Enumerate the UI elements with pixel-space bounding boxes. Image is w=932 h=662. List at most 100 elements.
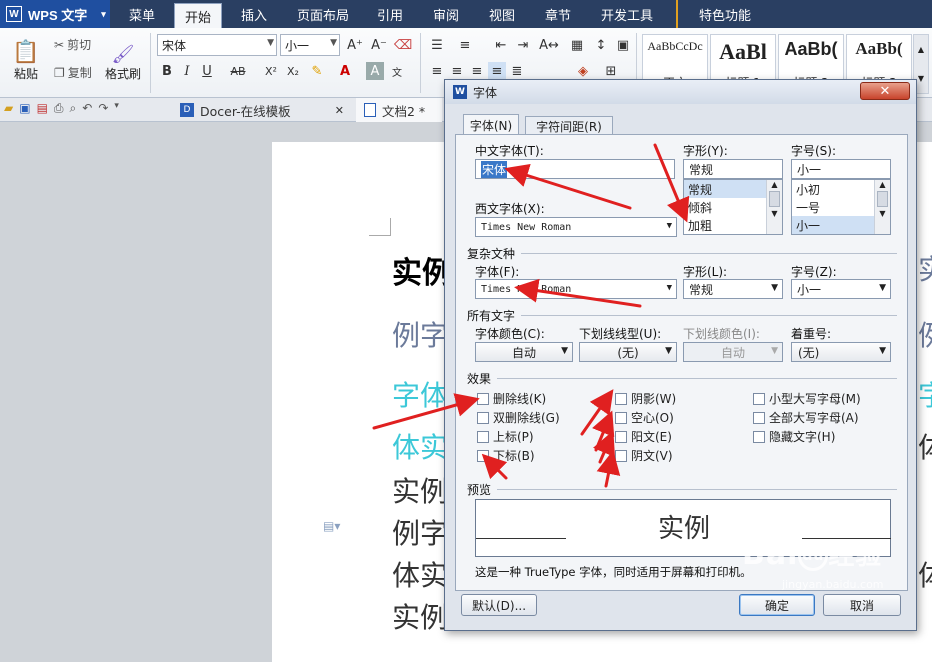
double-strikethrough-checkbox[interactable]: 双删除线(G) — [477, 409, 560, 426]
shadow-checkbox[interactable]: 阴影(W) — [615, 390, 676, 407]
list-item[interactable]: 小一 — [792, 216, 874, 234]
close-tab-icon[interactable]: ✕ — [335, 104, 344, 117]
tab-special-features[interactable]: 特色功能 — [676, 0, 772, 28]
subscript-button[interactable]: X₂ — [284, 62, 302, 80]
sort-icon[interactable]: ↕ — [592, 36, 610, 54]
checkbox-box[interactable] — [477, 392, 489, 405]
format-painter-button[interactable]: 🖌 格式刷 — [102, 34, 144, 82]
decrease-indent-icon[interactable]: ⇤ — [492, 36, 510, 54]
scrollbar[interactable]: ▲ ▼ — [874, 180, 890, 234]
print-icon[interactable]: ⎙ — [54, 101, 64, 116]
superscript-button[interactable]: X² — [262, 62, 280, 80]
borders-icon[interactable]: ⊞ — [602, 62, 620, 80]
char-scale-icon[interactable]: A↔ — [539, 36, 559, 54]
checkbox-box[interactable] — [615, 449, 627, 462]
engrave-checkbox[interactable]: 阴文(V) — [615, 447, 673, 464]
complex-style-select[interactable]: 常规 ▼ — [683, 279, 783, 299]
scrollbar[interactable]: ▲ ▼ — [766, 180, 782, 234]
copy-button[interactable]: ❐ 复制 — [54, 64, 92, 81]
grow-font-button[interactable]: A⁺ — [346, 36, 364, 54]
style-list[interactable]: 常规 倾斜 加粗 ▲ ▼ — [683, 179, 783, 235]
paste-button[interactable]: 📋 粘贴 — [6, 34, 46, 82]
pdf-icon[interactable]: ▤ — [37, 101, 48, 116]
tab-page-layout[interactable]: 页面布局 — [288, 0, 358, 28]
italic-button[interactable]: I — [178, 62, 196, 80]
complex-font-select[interactable]: Times New Roman ▼ — [475, 279, 677, 299]
outline-checkbox[interactable]: 空心(O) — [615, 409, 674, 426]
emphasis-select[interactable]: (无) ▼ — [791, 342, 891, 362]
app-menu-button[interactable]: W WPS 文字 ▾ — [0, 0, 110, 28]
dialog-title-bar[interactable]: W 字体 — [445, 80, 916, 104]
tab-chapter[interactable]: 章节 — [534, 0, 582, 28]
default-button[interactable]: 默认(D)... — [461, 594, 537, 616]
tab-font[interactable]: 字体(N) — [463, 114, 519, 135]
checkbox-box[interactable] — [615, 430, 627, 443]
chevron-down-icon[interactable]: ▾ — [114, 101, 119, 116]
tab-docer-templates[interactable]: D Docer-在线模板 ✕ — [172, 98, 352, 122]
font-color-icon[interactable]: A — [336, 62, 354, 80]
tab-references[interactable]: 引用 — [366, 0, 414, 28]
tab-char-spacing[interactable]: 字符间距(R) — [525, 116, 613, 135]
ok-button[interactable]: 确定 — [739, 594, 815, 616]
distributed-icon[interactable]: ≣ — [508, 62, 526, 80]
bullets-icon[interactable]: ☰ — [428, 36, 446, 54]
complex-size-select[interactable]: 小一 ▼ — [791, 279, 891, 299]
tab-view[interactable]: 视图 — [478, 0, 526, 28]
western-font-select[interactable]: Times New Roman ▼ — [475, 217, 677, 237]
font-color-select[interactable]: 自动 ▼ — [475, 342, 573, 362]
tab-menu[interactable]: 菜单 — [118, 0, 166, 28]
small-caps-checkbox[interactable]: 小型大写字母(M) — [753, 390, 861, 407]
chinese-font-input[interactable]: 宋体 — [475, 159, 675, 179]
highlight-icon[interactable]: ✎ — [308, 62, 326, 80]
tab-insert[interactable]: 插入 — [230, 0, 278, 28]
align-right-icon[interactable]: ≡ — [468, 62, 486, 80]
phonetic-guide-icon[interactable]: 文 — [388, 62, 406, 80]
style-input[interactable]: 常规 — [683, 159, 783, 179]
tab-developer[interactable]: 开发工具 — [592, 0, 662, 28]
redo-icon[interactable]: ↷ — [98, 101, 108, 116]
undo-icon[interactable]: ↶ — [82, 101, 92, 116]
open-folder-icon[interactable]: ▰ — [4, 101, 13, 116]
shrink-font-button[interactable]: A⁻ — [370, 36, 388, 54]
show-marks-icon[interactable]: ▣ — [614, 36, 632, 54]
align-left-icon[interactable]: ≡ — [428, 62, 446, 80]
char-shading-icon[interactable]: A — [366, 62, 384, 80]
cancel-button[interactable]: 取消 — [823, 594, 901, 616]
tab-review[interactable]: 审阅 — [422, 0, 470, 28]
font-size-combo[interactable]: 小一 ▼ — [280, 34, 340, 56]
checkbox-box[interactable] — [477, 430, 489, 443]
tab-home[interactable]: 开始 — [174, 3, 222, 28]
numbering-icon[interactable]: ≡ — [456, 36, 474, 54]
scroll-thumb[interactable] — [877, 191, 888, 207]
bold-button[interactable]: B — [158, 62, 176, 80]
checkbox-box[interactable] — [753, 411, 765, 424]
shading-icon[interactable]: ◈ — [574, 62, 592, 80]
superscript-checkbox[interactable]: 上标(P) — [477, 428, 534, 445]
justify-icon[interactable]: ≡ — [488, 62, 506, 80]
hidden-text-checkbox[interactable]: 隐藏文字(H) — [753, 428, 835, 445]
strikethrough-button[interactable]: AB — [226, 62, 250, 80]
checkbox-box[interactable] — [615, 392, 627, 405]
print-preview-icon[interactable]: ⌕ — [70, 101, 77, 116]
underline-button[interactable]: U — [198, 62, 216, 80]
size-list[interactable]: 小初 一号 小一 ▲ ▼ — [791, 179, 891, 235]
align-center-icon[interactable]: ≡ — [448, 62, 466, 80]
scroll-thumb[interactable] — [769, 191, 780, 207]
clear-format-button[interactable]: ⌫ — [394, 36, 412, 54]
checkbox-box[interactable] — [753, 430, 765, 443]
emboss-checkbox[interactable]: 阳文(E) — [615, 428, 672, 445]
increase-indent-icon[interactable]: ⇥ — [514, 36, 532, 54]
save-icon[interactable]: ▣ — [19, 101, 30, 116]
checkbox-box[interactable] — [753, 392, 765, 405]
all-caps-checkbox[interactable]: 全部大写字母(A) — [753, 409, 859, 426]
size-input[interactable]: 小一 — [791, 159, 891, 179]
table-icon[interactable]: ▦ — [568, 36, 586, 54]
checkbox-box[interactable] — [477, 411, 489, 424]
strikethrough-checkbox[interactable]: 删除线(K) — [477, 390, 546, 407]
font-name-combo[interactable]: 宋体 ▼ — [157, 34, 277, 56]
close-button[interactable]: ✕ — [860, 82, 910, 100]
tab-document-2[interactable]: 文档2 * — [356, 98, 442, 122]
checkbox-box[interactable] — [477, 449, 489, 462]
cut-button[interactable]: ✂ 剪切 — [54, 36, 91, 53]
checkbox-box[interactable] — [615, 411, 627, 424]
